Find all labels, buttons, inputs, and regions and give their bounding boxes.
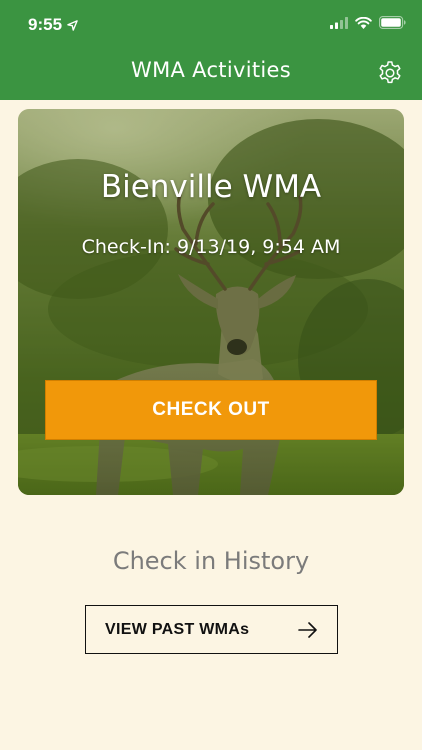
wma-name: Bienville WMA xyxy=(100,169,322,205)
status-time: 9:55 xyxy=(28,15,78,35)
wma-checkin-card: Bienville WMA Check-In: 9/13/19, 9:54 AM… xyxy=(18,109,404,495)
gear-icon[interactable] xyxy=(376,59,404,87)
page-title: WMA Activities xyxy=(131,58,291,82)
location-arrow-icon xyxy=(67,19,78,31)
check-out-label: CHECK OUT xyxy=(152,399,270,420)
cellular-signal-icon xyxy=(330,16,348,29)
wifi-icon xyxy=(355,16,372,29)
check-in-history-heading: Check in History xyxy=(112,547,310,575)
status-time-text: 9:55 xyxy=(28,15,63,34)
arrow-right-icon xyxy=(298,622,317,638)
check-out-button[interactable]: CHECK OUT xyxy=(45,380,377,440)
view-past-wmas-button[interactable]: VIEW PAST WMAs xyxy=(85,605,338,654)
battery-icon xyxy=(379,16,406,29)
view-past-wmas-label: VIEW PAST WMAs xyxy=(105,621,250,638)
app-header: 9:55 WMA Activities xyxy=(0,0,422,100)
status-indicators xyxy=(330,16,406,29)
checkin-timestamp: Check-In: 9/13/19, 9:54 AM xyxy=(81,236,341,258)
